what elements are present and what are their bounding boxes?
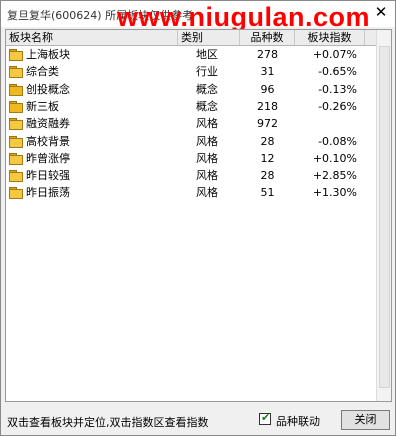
sector-count: 278 (257, 48, 278, 61)
sector-count: 218 (257, 99, 278, 113)
sector-name: 融资融券 (26, 117, 70, 131)
sector-name: 上海板块 (26, 48, 70, 61)
sector-category: 行业 (196, 65, 218, 79)
sector-name: 高校背景 (26, 134, 70, 148)
sector-category: 风格 (196, 117, 218, 131)
checkmark-icon: ✔ (261, 411, 271, 424)
folder-icon (9, 187, 23, 200)
checkbox-label: 品种联动 (276, 415, 320, 428)
column-header-category[interactable]: 类别 (178, 30, 240, 45)
sector-category: 风格 (196, 169, 218, 183)
sector-category: 地区 (196, 48, 218, 61)
scrollbar-thumb[interactable] (379, 46, 390, 388)
sector-index: -0.08% (318, 134, 357, 148)
sector-name: 新三板 (26, 99, 59, 113)
table-row[interactable]: 高校背景 风格 28 -0.08% (6, 133, 376, 150)
sector-count: 96 (260, 82, 275, 96)
table-row[interactable]: 昨日较强 风格 28 +2.85% (6, 167, 376, 184)
table-row[interactable]: 融资融券 风格 972 (6, 115, 376, 132)
folder-icon (9, 83, 23, 96)
sector-name: 综合类 (26, 65, 59, 79)
status-hint: 双击查看板块并定位,双击指数区查看指数 (7, 416, 209, 429)
table-row[interactable]: 综合类 行业 31 -0.65% (6, 63, 376, 80)
folder-icon (9, 152, 23, 165)
column-header-name[interactable]: 板块名称 (6, 30, 178, 45)
link-instruments-checkbox[interactable]: ✔ (259, 411, 271, 425)
close-icon[interactable]: ✕ (373, 4, 389, 20)
sector-index: -0.13% (318, 82, 357, 96)
folder-icon (9, 66, 23, 79)
sector-name: 昨曾涨停 (26, 151, 70, 165)
table-row[interactable]: 新三板 概念 218 -0.26% (6, 98, 376, 115)
sector-name: 昨日较强 (26, 169, 70, 183)
table-row[interactable]: 创投概念 概念 96 -0.13% (6, 81, 376, 98)
sector-index: -0.26% (318, 99, 357, 113)
sector-index: +1.30% (312, 186, 357, 200)
status-bar: 双击查看板块并定位,双击指数区查看指数 ✔ 品种联动 关闭 (1, 405, 395, 435)
sector-name: 昨日振荡 (26, 186, 70, 200)
folder-icon (9, 49, 23, 61)
table-row[interactable]: 上海板块 地区 278 +0.07% (6, 46, 376, 63)
folder-icon (9, 118, 23, 131)
table-row[interactable]: 昨曾涨停 风格 12 +0.10% (6, 150, 376, 167)
sector-index: +0.07% (312, 48, 357, 61)
sector-count: 28 (260, 134, 275, 148)
sector-count: 28 (260, 169, 275, 183)
sector-table: 板块名称 类别 品种数 板块指数 上海板块 地区 278 +0.07% 综合类 行业 31 -… (5, 29, 392, 402)
sector-index: +0.10% (312, 151, 357, 165)
sector-count: 12 (260, 151, 275, 165)
sector-index (295, 115, 357, 132)
vertical-scrollbar[interactable] (376, 30, 391, 401)
sector-category: 概念 (196, 82, 218, 96)
sector-category: 风格 (196, 186, 218, 200)
sector-index: -0.65% (318, 65, 357, 79)
folder-icon (9, 135, 23, 148)
dialog-window: 复旦复华(600624) 所属板块仅供参考 www.niugulan.com ✕… (0, 0, 396, 436)
table-header: 板块名称 类别 品种数 板块指数 (6, 30, 376, 46)
sector-category: 概念 (196, 99, 218, 113)
sector-category: 风格 (196, 151, 218, 165)
column-header-count[interactable]: 品种数 (240, 30, 295, 45)
sector-count: 51 (260, 186, 275, 200)
table-row[interactable]: 昨日振荡 风格 51 +1.30% (6, 184, 376, 201)
sector-count: 31 (260, 65, 275, 79)
sector-count: 972 (257, 117, 278, 131)
sector-category: 风格 (196, 134, 218, 148)
folder-icon (9, 170, 23, 183)
close-button[interactable]: 关闭 (341, 410, 390, 430)
title-bar: 复旦复华(600624) 所属板块仅供参考 www.niugulan.com ✕ (1, 1, 395, 32)
column-header-index[interactable]: 板块指数 (295, 30, 365, 45)
sector-index: +2.85% (312, 169, 357, 183)
sector-name: 创投概念 (26, 82, 70, 96)
folder-icon (9, 100, 23, 113)
